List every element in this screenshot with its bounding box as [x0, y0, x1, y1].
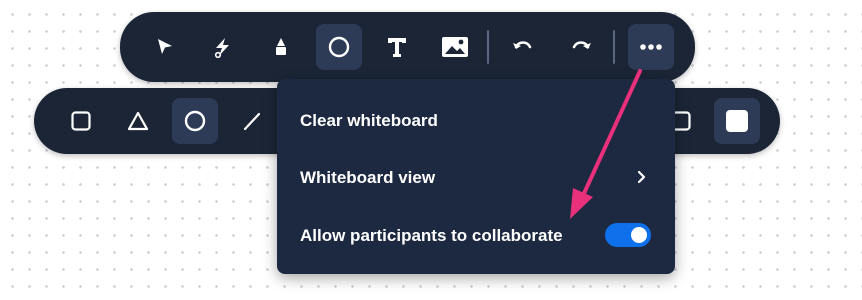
line-shape-icon [243, 112, 261, 131]
highlighter-button[interactable] [258, 24, 304, 70]
square-shape-icon [71, 111, 91, 131]
allow-collaborate-menu-item[interactable]: Allow participants to collaborate [277, 210, 675, 262]
menu-item-label: Clear whiteboard [300, 111, 438, 130]
menu-item-label: Whiteboard view [300, 168, 436, 187]
square-filled-icon [726, 110, 748, 132]
undo-icon [513, 41, 532, 49]
clear-whiteboard-menu-item[interactable]: Clear whiteboard [277, 95, 675, 147]
filled-style-button[interactable] [714, 98, 760, 144]
circle-shape-icon [328, 36, 350, 58]
line-tool-button[interactable] [229, 98, 275, 144]
triangle-tool-button[interactable] [115, 98, 161, 144]
highlighter-icon [276, 38, 286, 55]
circle-tool-button[interactable] [172, 98, 218, 144]
circle-tool-button[interactable] [316, 24, 362, 70]
square-tool-button[interactable] [58, 98, 104, 144]
more-options-button[interactable] [628, 24, 674, 70]
toggle-knob [631, 227, 647, 243]
collaborate-toggle[interactable] [605, 223, 651, 247]
circle-shape-icon [184, 110, 206, 132]
select-tool-button[interactable] [142, 24, 188, 70]
redo-icon [572, 41, 591, 49]
menu-item-label: Allow participants to collaborate [300, 226, 563, 245]
whiteboard-view-menu-item[interactable]: Whiteboard view [277, 152, 675, 204]
image-icon [442, 37, 468, 57]
laser-pointer-button[interactable] [200, 24, 246, 70]
toolbar-divider [487, 30, 489, 64]
text-tool-icon [388, 38, 406, 57]
laser-pointer-icon [214, 38, 229, 58]
main-toolbar [120, 12, 695, 82]
triangle-shape-icon [127, 111, 149, 131]
more-options-menu: Clear whiteboard Whiteboard view Allow p… [277, 79, 675, 274]
image-tool-button[interactable] [432, 24, 478, 70]
select-arrow-icon [158, 39, 172, 54]
more-options-icon [640, 44, 662, 50]
undo-button[interactable] [500, 24, 546, 70]
toolbar-divider [613, 30, 615, 64]
chevron-right-icon [637, 170, 646, 184]
redo-button[interactable] [558, 24, 604, 70]
text-tool-button[interactable] [374, 24, 420, 70]
